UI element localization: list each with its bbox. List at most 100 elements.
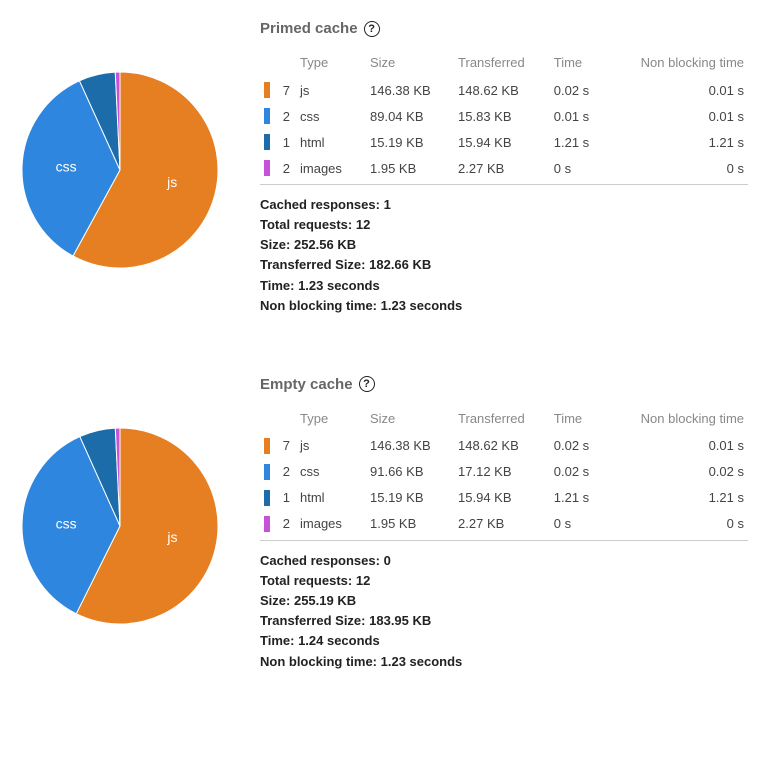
row-nonblocking: 0.01 s — [605, 432, 748, 459]
pie-chart: js css — [20, 70, 220, 270]
summary-transferred-value: 182.66 KB — [369, 257, 431, 272]
th-type: Type — [296, 405, 366, 433]
row-time: 0 s — [550, 511, 606, 541]
row-time: 0 s — [550, 155, 606, 185]
summary-cached-label: Cached responses: — [260, 553, 380, 568]
row-type: css — [296, 459, 366, 485]
row-size: 1.95 KB — [366, 155, 454, 185]
summary-block: Cached responses: 0 Total requests: 12 S… — [260, 551, 748, 672]
summary-time-value: 1.24 seconds — [298, 633, 380, 648]
summary-nonblocking-value: 1.23 seconds — [381, 298, 463, 313]
row-transferred: 17.12 KB — [454, 459, 550, 485]
row-nonblocking: 0.01 s — [605, 103, 748, 129]
row-nonblocking: 1.21 s — [605, 485, 748, 511]
th-nonblocking: Non blocking time — [605, 49, 748, 77]
type-row: 7 js 146.38 KB 148.62 KB 0.02 s 0.01 s — [260, 77, 748, 104]
row-type: css — [296, 103, 366, 129]
row-count: 2 — [270, 103, 296, 129]
cache-section-0: jscss Primed cache ? Type Size Transferr… — [20, 20, 748, 316]
summary-block: Cached responses: 1 Total requests: 12 S… — [260, 195, 748, 316]
pie-label-js: js — [166, 174, 177, 190]
th-size: Size — [366, 405, 454, 433]
row-nonblocking: 1.21 s — [605, 129, 748, 155]
row-time: 0.02 s — [550, 459, 606, 485]
th-type: Type — [296, 49, 366, 77]
row-transferred: 15.83 KB — [454, 103, 550, 129]
type-row: 2 images 1.95 KB 2.27 KB 0 s 0 s — [260, 155, 748, 185]
summary-size-value: 252.56 KB — [294, 237, 356, 252]
type-row: 2 images 1.95 KB 2.27 KB 0 s 0 s — [260, 511, 748, 541]
row-size: 89.04 KB — [366, 103, 454, 129]
pie-label-css: css — [56, 159, 77, 175]
row-size: 146.38 KB — [366, 77, 454, 104]
th-nonblocking: Non blocking time — [605, 405, 748, 433]
row-type: images — [296, 511, 366, 541]
types-table: Type Size Transferred Time Non blocking … — [260, 49, 748, 185]
type-row: 7 js 146.38 KB 148.62 KB 0.02 s 0.01 s — [260, 432, 748, 459]
row-size: 1.95 KB — [366, 511, 454, 541]
summary-nonblocking-value: 1.23 seconds — [381, 654, 463, 669]
row-count: 7 — [270, 432, 296, 459]
row-time: 1.21 s — [550, 129, 606, 155]
summary-cached-value: 1 — [384, 197, 391, 212]
row-size: 91.66 KB — [366, 459, 454, 485]
row-size: 146.38 KB — [366, 432, 454, 459]
summary-transferred-value: 183.95 KB — [369, 613, 431, 628]
summary-total-value: 12 — [356, 573, 370, 588]
summary-cached-value: 0 — [384, 553, 391, 568]
section-title: Primed cache — [260, 20, 358, 37]
chart-column: js css — [20, 376, 240, 672]
row-type: html — [296, 129, 366, 155]
summary-total-label: Total requests: — [260, 217, 352, 232]
th-time: Time — [550, 405, 606, 433]
help-icon[interactable]: ? — [359, 376, 375, 392]
row-transferred: 2.27 KB — [454, 155, 550, 185]
summary-nonblocking-label: Non blocking time: — [260, 654, 377, 669]
summary-transferred-label: Transferred Size: — [260, 613, 366, 628]
summary-size-label: Size: — [260, 237, 290, 252]
summary-nonblocking-label: Non blocking time: — [260, 298, 377, 313]
row-transferred: 15.94 KB — [454, 129, 550, 155]
row-time: 0.01 s — [550, 103, 606, 129]
row-type: js — [296, 432, 366, 459]
pie-label-js: js — [166, 529, 177, 545]
summary-cached-label: Cached responses: — [260, 197, 380, 212]
row-nonblocking: 0 s — [605, 155, 748, 185]
summary-total-label: Total requests: — [260, 573, 352, 588]
row-nonblocking: 0 s — [605, 511, 748, 541]
row-time: 0.02 s — [550, 77, 606, 104]
pie-label-css: css — [56, 515, 77, 531]
summary-total-value: 12 — [356, 217, 370, 232]
summary-transferred-label: Transferred Size: — [260, 257, 366, 272]
row-count: 2 — [270, 459, 296, 485]
type-row: 1 html 15.19 KB 15.94 KB 1.21 s 1.21 s — [260, 129, 748, 155]
summary-size-value: 255.19 KB — [294, 593, 356, 608]
summary-size-label: Size: — [260, 593, 290, 608]
th-size: Size — [366, 49, 454, 77]
help-icon[interactable]: ? — [364, 21, 380, 37]
row-size: 15.19 KB — [366, 129, 454, 155]
row-nonblocking: 0.01 s — [605, 77, 748, 104]
summary-time-label: Time: — [260, 633, 294, 648]
row-transferred: 2.27 KB — [454, 511, 550, 541]
th-time: Time — [550, 49, 606, 77]
row-size: 15.19 KB — [366, 485, 454, 511]
row-count: 7 — [270, 77, 296, 104]
summary-time-label: Time: — [260, 278, 294, 293]
types-table: Type Size Transferred Time Non blocking … — [260, 405, 748, 541]
info-column: Empty cache ? Type Size Transferred Time… — [260, 376, 748, 672]
row-time: 1.21 s — [550, 485, 606, 511]
summary-time-value: 1.23 seconds — [298, 278, 380, 293]
info-column: Primed cache ? Type Size Transferred Tim… — [260, 20, 748, 316]
type-row: 2 css 91.66 KB 17.12 KB 0.02 s 0.02 s — [260, 459, 748, 485]
row-count: 2 — [270, 511, 296, 541]
row-type: images — [296, 155, 366, 185]
row-type: js — [296, 77, 366, 104]
row-time: 0.02 s — [550, 432, 606, 459]
th-transferred: Transferred — [454, 49, 550, 77]
th-transferred: Transferred — [454, 405, 550, 433]
row-count: 2 — [270, 155, 296, 185]
row-transferred: 148.62 KB — [454, 77, 550, 104]
row-nonblocking: 0.02 s — [605, 459, 748, 485]
type-row: 2 css 89.04 KB 15.83 KB 0.01 s 0.01 s — [260, 103, 748, 129]
